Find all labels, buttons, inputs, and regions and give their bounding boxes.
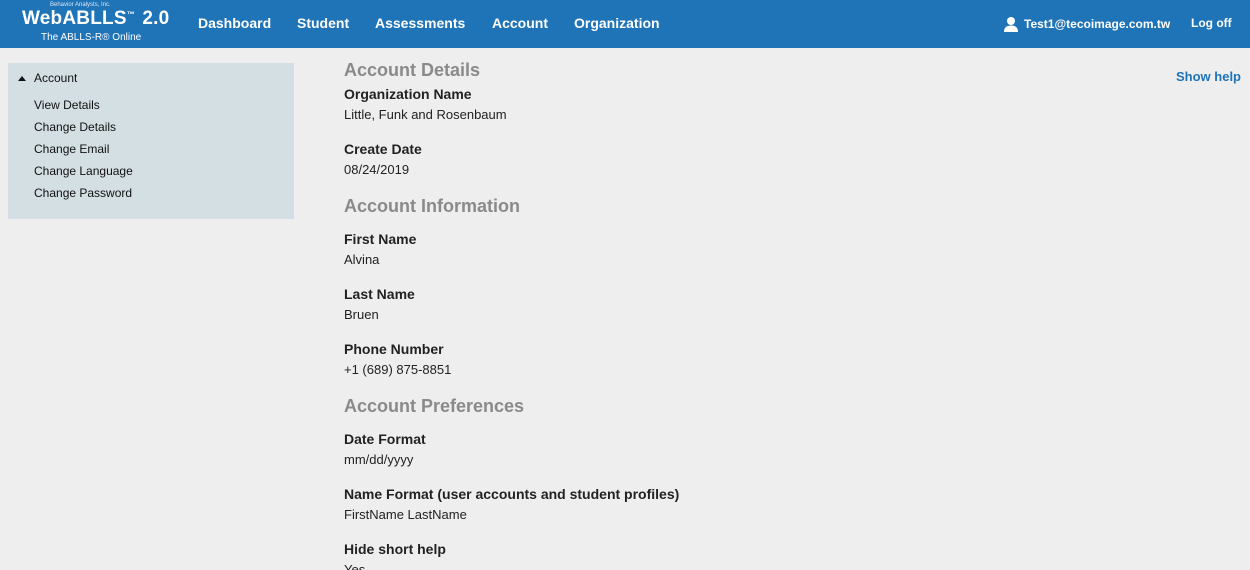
sidebar-item-change-email[interactable]: Change Email <box>34 142 109 156</box>
nav-student[interactable]: Student <box>297 0 349 48</box>
value-organization-name: Little, Funk and Rosenbaum <box>344 107 507 122</box>
label-date-format: Date Format <box>344 431 426 447</box>
label-phone-number: Phone Number <box>344 341 444 357</box>
logo-tagline: The ABLLS-R® Online <box>41 32 142 43</box>
webablls-logo[interactable]: Behavior Analysts, Inc. WebABLLS™ 2.0 Th… <box>14 2 174 46</box>
value-create-date: 08/24/2019 <box>344 162 410 177</box>
value-last-name: Bruen <box>344 307 379 322</box>
logo-product-name: WebABLLS <box>22 8 127 29</box>
section-title-account-preferences: Account Preferences <box>344 396 525 416</box>
user-menu[interactable]: Test1@tecoimage.com.tw <box>1003 0 1170 48</box>
label-organization-name: Organization Name <box>344 86 472 102</box>
label-name-format: Name Format (user accounts and student p… <box>344 486 680 502</box>
label-last-name: Last Name <box>344 286 415 302</box>
nav-organization[interactable]: Organization <box>574 0 660 48</box>
label-first-name: First Name <box>344 231 417 247</box>
value-name-format: FirstName LastName <box>344 507 467 522</box>
value-date-format: mm/dd/yyyy <box>344 452 414 467</box>
nav-dashboard[interactable]: Dashboard <box>198 0 271 48</box>
sidebar-item-change-language[interactable]: Change Language <box>34 164 133 178</box>
user-icon <box>1004 17 1018 32</box>
account-sidebar: Account View Details Change Details Chan… <box>8 63 294 219</box>
sidebar-item-view-details[interactable]: View Details <box>34 98 100 112</box>
section-title-account-details: Account Details <box>344 60 481 80</box>
logo-version: 2.0 <box>142 8 170 29</box>
label-create-date: Create Date <box>344 141 422 157</box>
top-navigation-bar: Behavior Analysts, Inc. WebABLLS™ 2.0 Th… <box>0 0 1250 48</box>
nav-assessments[interactable]: Assessments <box>375 0 465 48</box>
sidebar-section-account[interactable]: Account <box>18 71 77 85</box>
sidebar-item-change-password[interactable]: Change Password <box>34 186 132 200</box>
sidebar-item-change-details[interactable]: Change Details <box>34 120 116 134</box>
value-phone-number: +1 (689) 875-8851 <box>344 362 452 377</box>
label-hide-short-help: Hide short help <box>344 541 446 557</box>
nav-account[interactable]: Account <box>492 0 548 48</box>
show-help-link[interactable]: Show help <box>1176 69 1241 84</box>
logoff-link[interactable]: Log off <box>1191 0 1232 48</box>
value-first-name: Alvina <box>344 252 380 267</box>
user-email: Test1@tecoimage.com.tw <box>1024 17 1171 31</box>
value-hide-short-help: Yes <box>344 562 366 570</box>
sidebar-section-label: Account <box>34 71 78 85</box>
logo-trademark: ™ <box>126 10 135 19</box>
caret-up-icon <box>18 75 26 81</box>
section-title-account-information: Account Information <box>344 196 520 216</box>
